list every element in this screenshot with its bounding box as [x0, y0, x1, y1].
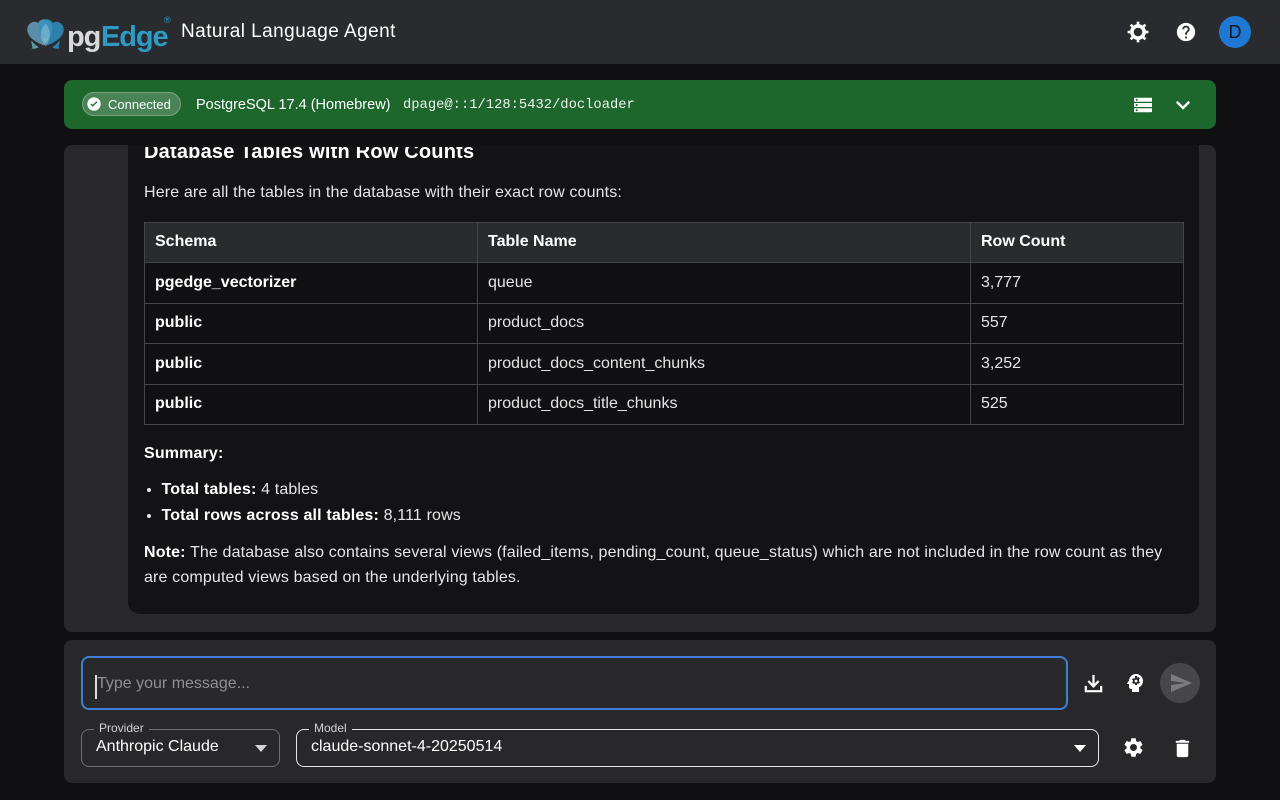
- svg-text:®: ®: [164, 15, 171, 25]
- svg-text:Edge: Edge: [101, 21, 168, 53]
- svg-text:pg: pg: [67, 21, 100, 53]
